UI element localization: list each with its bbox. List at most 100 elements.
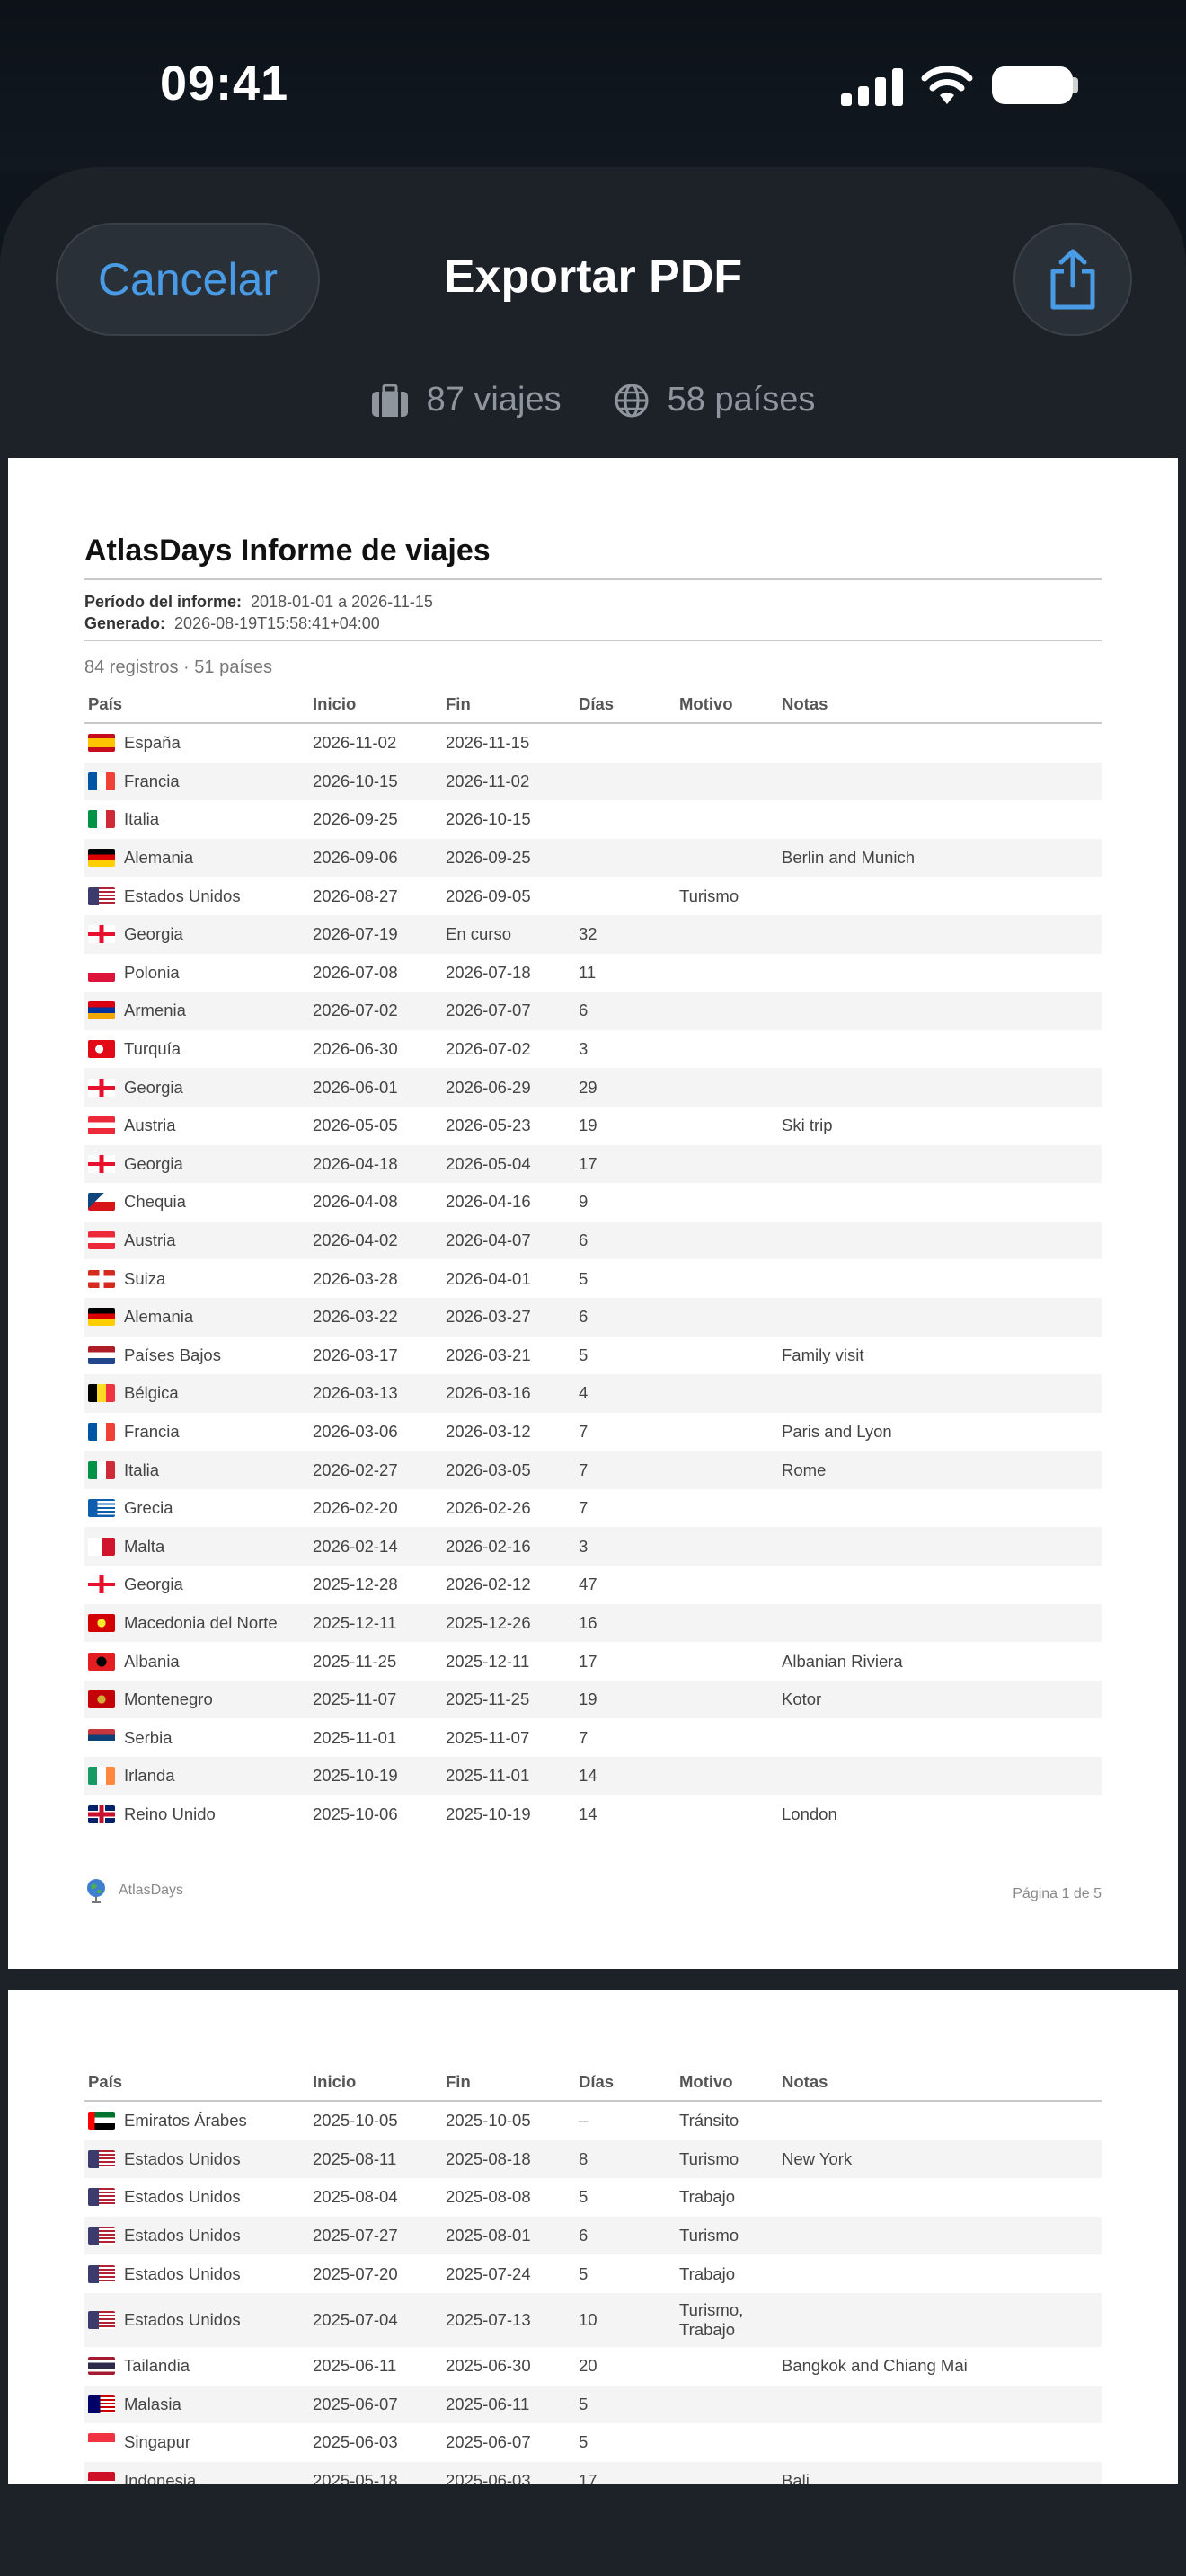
cell-country: Estados Unidos xyxy=(84,877,309,915)
table-row: Tailandia 2025-06-11 2025-06-30 20 Bangkok a… xyxy=(84,2347,1102,2386)
cell-notes xyxy=(778,1718,1102,1757)
cell-start: 2026-03-06 xyxy=(313,1421,398,1441)
col-notes: Notas xyxy=(778,2064,1102,2102)
cell-days: 5 xyxy=(575,2385,676,2424)
cell-start: 2025-07-20 xyxy=(313,2263,398,2283)
cell-start: 2025-11-01 xyxy=(313,1727,397,1747)
cell-country: Francia xyxy=(84,1413,309,1451)
cell-country: Georgia xyxy=(84,1068,309,1107)
cell-reason xyxy=(676,1107,778,1145)
cell-start: 2025-10-05 xyxy=(313,2111,398,2130)
cell-country: Reino Unido xyxy=(84,1795,309,1834)
export-stats: 87 viajes 58 países xyxy=(0,381,1186,419)
country-name: Emiratos Árabes xyxy=(124,2111,247,2130)
col-start: Inicio xyxy=(309,686,442,724)
bottom-bar xyxy=(0,2484,1186,2576)
cell-country: Malta xyxy=(84,1527,309,1566)
cell-days: 29 xyxy=(575,1068,676,1107)
table-row: Grecia 2026-02-20 2026-02-26 7 xyxy=(84,1489,1102,1528)
cell-end: 2026-02-12 xyxy=(446,1575,531,1594)
cell-start: 2026-03-22 xyxy=(309,1297,442,1337)
flag-icon xyxy=(88,1767,115,1786)
cell-end: 2026-09-25 xyxy=(442,838,575,878)
report-generated: Generado: 2026-08-19T15:58:41+04:00 xyxy=(84,614,380,633)
cell-start: 2026-03-17 xyxy=(313,1345,398,1364)
cell-reason xyxy=(676,1183,778,1222)
report-summary: 84 registros · 51 países xyxy=(84,657,272,677)
cell-start: 2025-11-07 xyxy=(309,1680,442,1719)
period-value: 2018-01-01 a 2026-11-15 xyxy=(251,593,433,611)
cell-country: España xyxy=(84,723,309,763)
cell-days: 3 xyxy=(579,1039,589,1059)
table-row: Emiratos Árabes 2025-10-05 2025-10-05 – Trán… xyxy=(84,2101,1102,2140)
cell-start: 2026-03-13 xyxy=(309,1374,442,1413)
col-country: País xyxy=(84,2064,309,2102)
cell-country: Estados Unidos xyxy=(84,2216,309,2255)
cell-days xyxy=(575,762,676,801)
col-notes: Notas xyxy=(778,686,1102,724)
table-row: Estados Unidos 2025-08-04 2025-08-08 5 Traba… xyxy=(84,2178,1102,2217)
flag-icon xyxy=(88,1652,115,1671)
col-reason: Motivo xyxy=(676,2064,778,2102)
cell-end: En curso xyxy=(442,914,575,954)
cell-notes: Kotor xyxy=(778,1680,1102,1719)
cell-days xyxy=(575,800,676,839)
wifi-icon xyxy=(921,66,973,104)
cell-days: 5 xyxy=(579,2187,589,2207)
cell-notes xyxy=(778,992,1102,1030)
cell-end: 2025-11-01 xyxy=(442,1757,575,1795)
cell-days: 7 xyxy=(579,1498,589,1518)
col-end: Fin xyxy=(442,686,575,724)
cell-country: Estados Unidos xyxy=(84,2178,309,2217)
cell-country: Italia xyxy=(84,800,309,839)
flag-icon xyxy=(88,1728,115,1747)
country-name: Tailandia xyxy=(124,2356,190,2376)
cell-notes xyxy=(778,762,1102,801)
divider xyxy=(84,640,1102,641)
cell-reason: Trabajo xyxy=(679,2263,736,2283)
table-row: Singapur 2025-06-03 2025-06-07 5 xyxy=(84,2423,1102,2462)
cell-notes xyxy=(778,2385,1102,2424)
cell-days: 3 xyxy=(575,1527,676,1566)
cell-end: 2025-07-24 xyxy=(446,2263,531,2283)
cell-notes xyxy=(778,1144,1102,1184)
country-name: Alemania xyxy=(124,848,194,868)
cell-country: Malasia xyxy=(84,2385,309,2424)
cell-start: 2025-06-11 xyxy=(313,2356,397,2376)
cell-country: Serbia xyxy=(84,1718,309,1757)
pdf-page-2[interactable]: País Inicio Fin Días Motivo Notas Emirat… xyxy=(8,1990,1178,2484)
country-name: Países Bajos xyxy=(124,1345,221,1364)
col-days: Días xyxy=(575,2064,676,2102)
cell-start: 2026-07-02 xyxy=(309,992,442,1030)
cell-country: Estados Unidos xyxy=(84,2254,309,2293)
table-row: Reino Unido 2025-10-06 2025-10-19 14 London xyxy=(84,1795,1102,1834)
cell-start: 2026-02-20 xyxy=(313,1498,398,1518)
cell-start: 2026-02-27 xyxy=(309,1451,442,1489)
country-name: Turquía xyxy=(124,1039,181,1059)
cell-start: 2025-06-07 xyxy=(309,2385,442,2424)
status-time: 09:41 xyxy=(160,57,289,110)
country-name: Francia xyxy=(124,771,180,790)
cell-end: 2026-07-02 xyxy=(446,1039,531,1059)
cell-days: 5 xyxy=(579,1268,589,1288)
cell-notes xyxy=(778,723,1102,763)
cell-end: 2026-11-15 xyxy=(446,733,530,753)
flag-icon xyxy=(88,1308,115,1327)
cell-notes xyxy=(778,1374,1102,1413)
flag-icon xyxy=(88,2395,115,2413)
table-row: Polonia 2026-07-08 2026-07-18 11 xyxy=(84,954,1102,992)
cell-end: 2025-08-01 xyxy=(442,2216,575,2255)
country-name: Georgia xyxy=(124,924,183,944)
cell-country: Austria xyxy=(84,1107,309,1145)
country-name: Singapur xyxy=(124,2432,191,2452)
table-row: Austria 2026-04-02 2026-04-07 6 xyxy=(84,1221,1102,1260)
cell-end: 2026-04-01 xyxy=(446,1268,531,1288)
cell-reason xyxy=(676,2461,778,2484)
share-button[interactable] xyxy=(1013,223,1132,336)
pdf-page-1[interactable]: AtlasDays Informe de viajes Período del … xyxy=(8,458,1178,1969)
cell-days: 6 xyxy=(575,1221,676,1260)
battery-icon xyxy=(992,66,1073,104)
report-title: AtlasDays Informe de viajes xyxy=(84,534,491,568)
cell-notes xyxy=(778,1757,1102,1795)
flag-icon xyxy=(88,2472,115,2484)
